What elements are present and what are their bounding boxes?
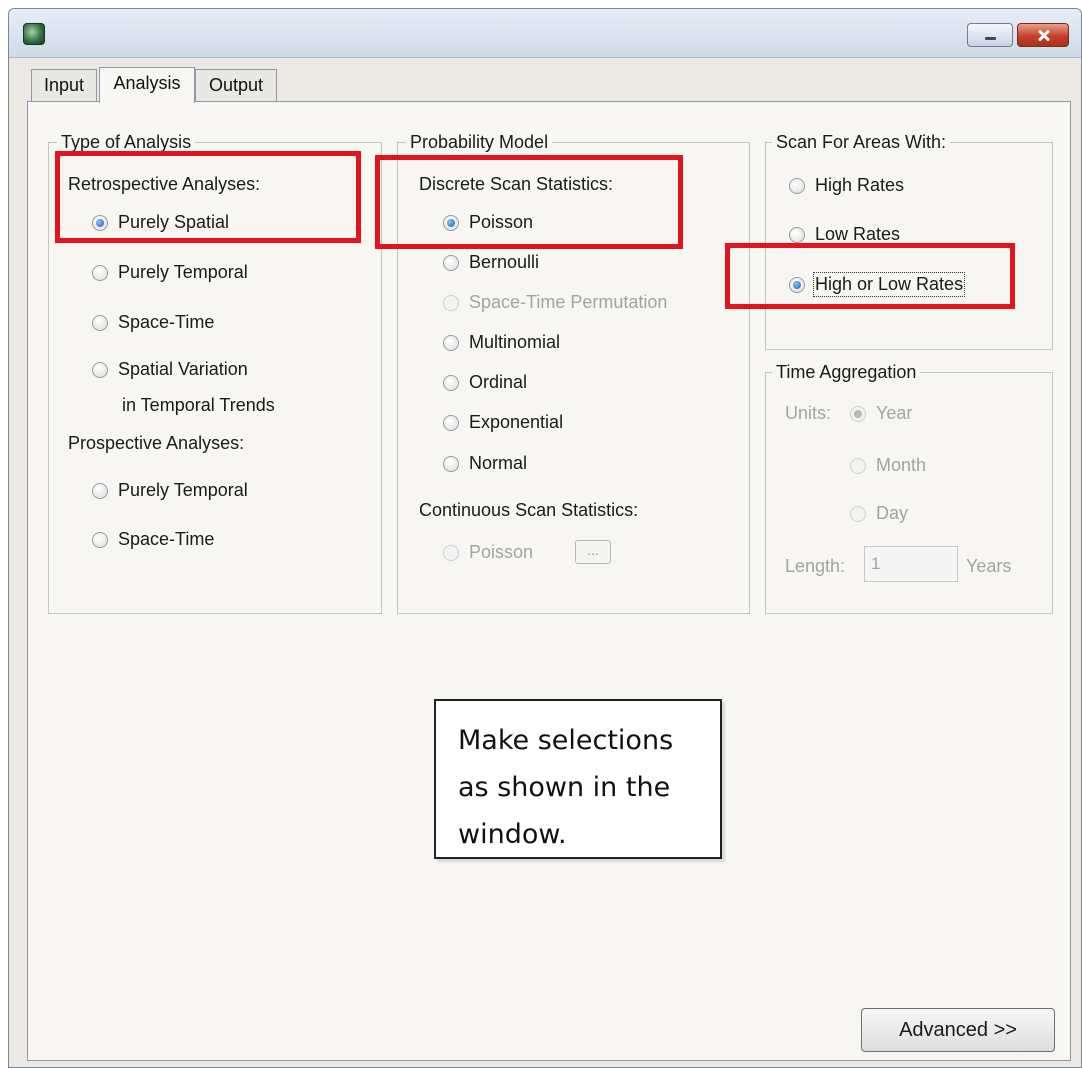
highlight-high-or-low xyxy=(725,243,1015,309)
highlight-purely-spatial xyxy=(55,151,361,243)
radio-retro-space-time[interactable]: Space-Time xyxy=(92,312,214,333)
radio-normal[interactable]: Normal xyxy=(443,453,527,474)
radio-icon xyxy=(850,505,866,522)
radio-label: Space-Time Permutation xyxy=(469,292,668,312)
radio-spatial-variation[interactable]: Spatial Variation xyxy=(92,359,248,380)
tab-input[interactable]: Input xyxy=(31,69,97,101)
units-label: Units: xyxy=(785,403,832,423)
radio-icon xyxy=(443,294,459,311)
radio-bernoulli[interactable]: Bernoulli xyxy=(443,252,539,273)
radio-icon xyxy=(443,374,459,391)
radio-label: Exponential xyxy=(469,412,564,432)
ellipsis-button[interactable]: ... xyxy=(575,540,611,564)
radio-continuous-poisson: Poisson xyxy=(443,542,533,563)
type-of-analysis-title: Type of Analysis xyxy=(57,131,196,153)
length-input[interactable]: 1 xyxy=(864,546,958,582)
app-icon xyxy=(23,23,45,45)
radio-icon xyxy=(443,455,459,472)
probability-model-title: Probability Model xyxy=(406,131,553,153)
radio-icon xyxy=(92,482,108,499)
close-button[interactable] xyxy=(1017,23,1069,47)
prospective-label: Prospective Analyses: xyxy=(68,433,245,453)
radio-label: Low Rates xyxy=(815,224,901,244)
radio-label: Year xyxy=(876,403,913,423)
radio-selected-icon xyxy=(850,405,866,422)
radio-label: Purely Temporal xyxy=(118,480,248,500)
radio-icon xyxy=(92,264,108,281)
radio-day: Day xyxy=(850,503,908,524)
radio-year: Year xyxy=(850,403,912,424)
radio-icon xyxy=(92,531,108,548)
radio-prosp-purely-temporal[interactable]: Purely Temporal xyxy=(92,480,248,501)
radio-low-rates[interactable]: Low Rates xyxy=(789,224,900,245)
tab-analysis[interactable]: Analysis xyxy=(99,67,195,103)
radio-high-rates[interactable]: High Rates xyxy=(789,175,904,196)
tab-output[interactable]: Output xyxy=(195,69,277,101)
radio-label: High Rates xyxy=(815,175,905,195)
radio-space-time-permutation: Space-Time Permutation xyxy=(443,292,667,313)
instruction-note: Make selections as shown in the window. xyxy=(434,699,722,859)
length-label: Length: xyxy=(785,556,846,576)
length-unit-label: Years xyxy=(966,556,1012,576)
radio-label: Space-Time xyxy=(118,529,215,549)
radio-icon xyxy=(92,361,108,378)
satscan-window: Input Analysis Output Type of Analysis R… xyxy=(8,8,1082,1068)
radio-label: Month xyxy=(876,455,927,475)
title-bar[interactable] xyxy=(9,9,1081,58)
radio-icon xyxy=(789,226,805,243)
radio-icon xyxy=(443,334,459,351)
radio-icon xyxy=(92,314,108,331)
time-aggregation-title: Time Aggregation xyxy=(772,361,921,383)
highlight-poisson xyxy=(375,155,683,249)
radio-icon xyxy=(443,544,459,561)
radio-retro-purely-temporal[interactable]: Purely Temporal xyxy=(92,262,248,283)
radio-icon xyxy=(443,254,459,271)
radio-label: Ordinal xyxy=(469,372,528,392)
radio-icon xyxy=(850,457,866,474)
spatial-variation-line2: in Temporal Trends xyxy=(122,395,275,415)
radio-icon xyxy=(443,414,459,431)
advanced-button[interactable]: Advanced >> xyxy=(861,1008,1055,1052)
continuous-label: Continuous Scan Statistics: xyxy=(419,500,639,520)
radio-label: Purely Temporal xyxy=(118,262,248,282)
radio-month: Month xyxy=(850,455,926,476)
radio-label: Normal xyxy=(469,453,528,473)
radio-exponential[interactable]: Exponential xyxy=(443,412,563,433)
radio-label: Multinomial xyxy=(469,332,561,352)
minimize-button[interactable] xyxy=(967,23,1013,47)
radio-label: Space-Time xyxy=(118,312,215,332)
scan-for-areas-title: Scan For Areas With: xyxy=(772,131,951,153)
radio-label: Day xyxy=(876,503,909,523)
radio-label: Spatial Variation xyxy=(118,359,248,379)
radio-label: Bernoulli xyxy=(469,252,540,272)
radio-ordinal[interactable]: Ordinal xyxy=(443,372,527,393)
radio-icon xyxy=(789,177,805,194)
radio-multinomial[interactable]: Multinomial xyxy=(443,332,560,353)
radio-label: Poisson xyxy=(469,542,534,562)
radio-prosp-space-time[interactable]: Space-Time xyxy=(92,529,214,550)
